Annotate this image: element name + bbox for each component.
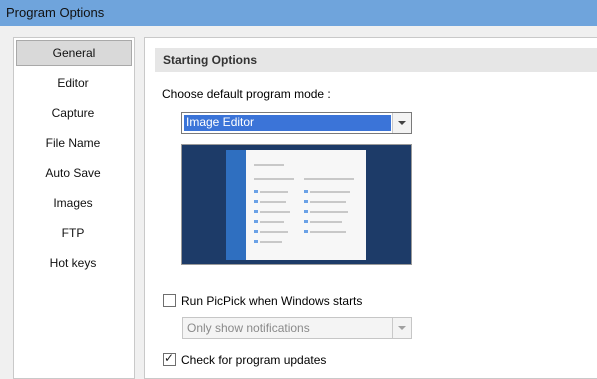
- preview-line: [310, 231, 346, 233]
- sidebar-item-capture[interactable]: Capture: [16, 100, 130, 126]
- preview-line: [310, 221, 342, 223]
- sidebar-item-editor[interactable]: Editor: [16, 70, 130, 96]
- preview-line: [310, 191, 350, 193]
- preview-line: [260, 191, 288, 193]
- preview-icon: [254, 230, 258, 233]
- startup-mode-select[interactable]: Only show notifications: [182, 317, 412, 339]
- preview-icon: [254, 200, 258, 203]
- sidebar-item-ftp[interactable]: FTP: [16, 220, 130, 246]
- run-on-start-checkbox[interactable]: [163, 294, 176, 307]
- preview-line: [310, 211, 348, 213]
- sidebar-item-hot-keys[interactable]: Hot keys: [16, 250, 130, 276]
- run-on-start-label: Run PicPick when Windows starts: [181, 294, 363, 308]
- preview-icon: [254, 210, 258, 213]
- preview-icon: [304, 200, 308, 203]
- window-title: Program Options: [6, 5, 105, 20]
- check-updates-label: Check for program updates: [181, 353, 327, 367]
- startup-mode-value: Only show notifications: [187, 321, 310, 335]
- mode-label: Choose default program mode :: [162, 87, 331, 101]
- chevron-down-icon[interactable]: [392, 318, 411, 338]
- preview-icon: [254, 240, 258, 243]
- preview-line: [260, 231, 288, 233]
- chevron-down-icon[interactable]: [392, 113, 411, 133]
- preview-icon: [304, 210, 308, 213]
- sidebar-item-file-name[interactable]: File Name: [16, 130, 130, 156]
- sidebar-item-images[interactable]: Images: [16, 190, 130, 216]
- mode-select-value: Image Editor: [184, 115, 391, 131]
- section-header: Starting Options: [155, 48, 597, 72]
- preview-line: [304, 178, 354, 180]
- sidebar-item-auto-save[interactable]: Auto Save: [16, 160, 130, 186]
- title-bar: Program Options: [0, 0, 597, 26]
- preview-icon: [304, 220, 308, 223]
- preview-line: [260, 221, 284, 223]
- preview-icon: [304, 230, 308, 233]
- preview-line: [310, 201, 346, 203]
- preview-window: [226, 150, 366, 260]
- sidebar: General Editor Capture File Name Auto Sa…: [13, 37, 135, 379]
- preview-line: [254, 164, 284, 166]
- mode-preview-image: [181, 144, 412, 265]
- preview-icon: [254, 220, 258, 223]
- preview-line: [260, 201, 286, 203]
- section-title: Starting Options: [163, 53, 257, 67]
- preview-icon: [304, 190, 308, 193]
- sidebar-item-general[interactable]: General: [16, 40, 132, 66]
- preview-line: [260, 211, 290, 213]
- preview-sidebar: [226, 150, 246, 260]
- preview-line: [260, 241, 282, 243]
- preview-icon: [254, 190, 258, 193]
- preview-line: [254, 178, 294, 180]
- mode-select[interactable]: Image Editor: [181, 112, 412, 134]
